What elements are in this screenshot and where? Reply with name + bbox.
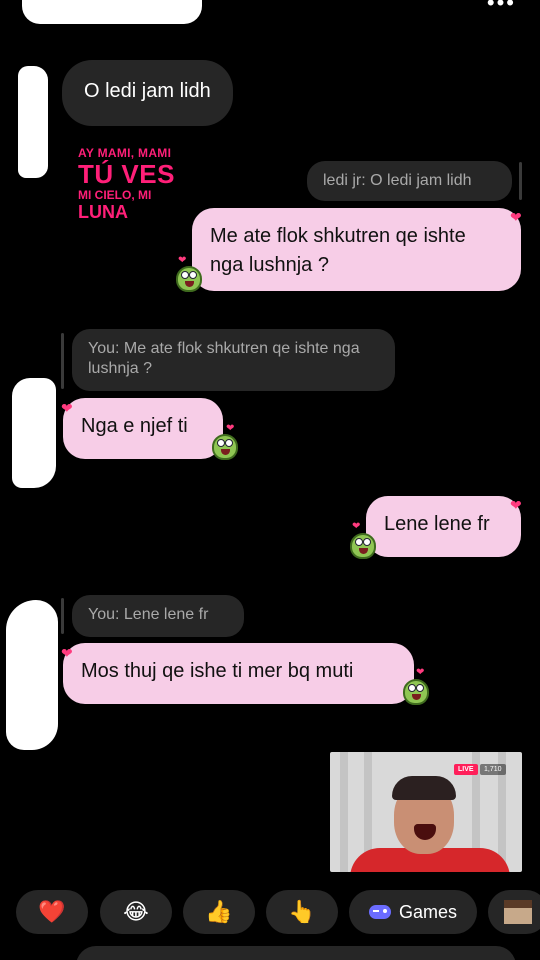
incoming-message[interactable]: Nga e njef ti (63, 398, 223, 459)
heart-reaction-icon: ❤ (510, 497, 522, 513)
live-badge: LIVE (454, 764, 478, 775)
reply-preview[interactable]: You: Lene lene fr (72, 595, 244, 637)
sticker-avatar-button[interactable] (488, 890, 540, 934)
heart-emoji-button[interactable]: ❤️ (16, 890, 88, 934)
games-button[interactable]: Games (349, 890, 477, 934)
message-text: O ledi jam lidh (84, 80, 211, 102)
redacted-avatar (6, 600, 58, 750)
outgoing-message[interactable]: Me ate flok shkutren qe ishte nga lushnj… (192, 208, 521, 291)
message-input[interactable] (76, 946, 516, 960)
reply-preview[interactable]: You: Me ate flok shkutren qe ishte nga l… (72, 329, 395, 391)
sticker[interactable]: AY MAMI, MAMI TÚ VES MI CIELO, MI LUNA (78, 146, 175, 222)
laugh-emoji-button[interactable]: 😂 (100, 890, 172, 934)
gamepad-icon (368, 905, 391, 919)
more-options-icon[interactable]: ••• (487, 0, 516, 16)
background-curtain (340, 752, 348, 872)
sticker-line: MI CIELO, MI (78, 188, 152, 202)
heart-icon: ❤ (352, 521, 361, 532)
redacted-avatar (18, 66, 48, 178)
redacted-header (22, 0, 202, 24)
reply-text: You: Me ate flok shkutren qe ishte nga l… (88, 340, 360, 377)
reply-bar (519, 162, 522, 200)
reply-bar (61, 598, 64, 634)
heart-reaction-icon: ❤ (510, 209, 522, 225)
heart-icon: ❤ (226, 423, 235, 434)
frog-reaction-icon[interactable] (350, 533, 376, 559)
message-text: Nga e njef ti (81, 415, 188, 437)
message-text: Mos thuj qe ishe ti mer bq muti (81, 660, 354, 682)
reply-text: ledi jr: O ledi jam lidh (323, 172, 472, 189)
heart-icon: ❤ (178, 255, 187, 266)
heart-reaction-icon: ❤ (61, 645, 73, 661)
frog-reaction-icon[interactable] (212, 434, 238, 460)
streamer-hair (392, 776, 456, 800)
redacted-avatar (12, 378, 56, 488)
sticker-line: AY MAMI, MAMI (78, 146, 172, 160)
heart-reaction-icon: ❤ (61, 400, 73, 416)
reply-preview[interactable]: ledi jr: O ledi jam lidh (307, 161, 512, 201)
frog-reaction-icon[interactable] (403, 679, 429, 705)
sticker-line: TÚ VES (78, 159, 175, 189)
games-label: Games (398, 901, 458, 922)
heart-icon: ❤ (416, 667, 425, 678)
message-text: Me ate flok shkutren qe ishte nga lushnj… (210, 225, 466, 276)
message-text: Lene lene fr (384, 513, 490, 535)
thumbs-up-emoji-button[interactable]: 👍 (183, 890, 255, 934)
frog-reaction-icon[interactable] (176, 266, 202, 292)
quick-reactions-bar: ❤️ 😂 👍 👆 Games (0, 890, 540, 934)
point-up-emoji-button[interactable]: 👆 (266, 890, 338, 934)
reply-bar (61, 333, 64, 389)
sticker-line: LUNA (78, 202, 128, 222)
outgoing-message[interactable]: Lene lene fr (366, 496, 521, 557)
pixel-avatar-icon (504, 900, 532, 924)
chat-screen: ••• O ledi jam lidh AY MAMI, MAMI TÚ VES… (0, 0, 540, 960)
live-video-preview[interactable]: LIVE 1,710 (330, 752, 522, 872)
incoming-message[interactable]: O ledi jam lidh (62, 60, 233, 126)
incoming-message[interactable]: Mos thuj qe ishe ti mer bq muti (63, 643, 414, 704)
reply-text: You: Lene lene fr (88, 606, 209, 623)
viewer-count: 1,710 (480, 764, 506, 775)
